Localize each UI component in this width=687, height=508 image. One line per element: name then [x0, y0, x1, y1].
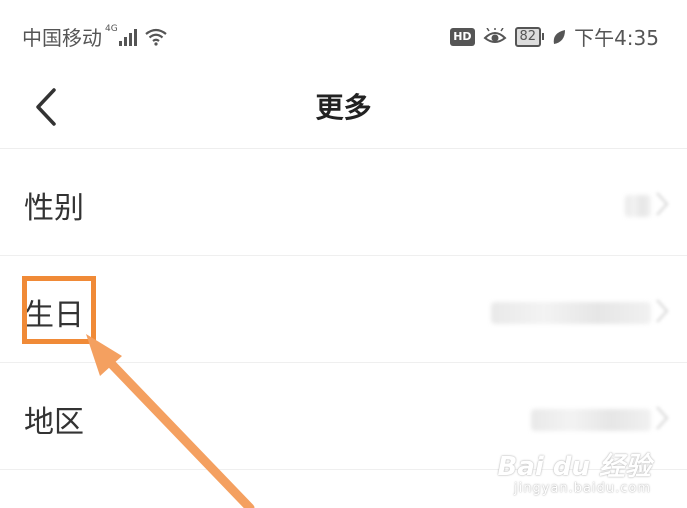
row-birthday[interactable]: 生日 — [0, 256, 687, 363]
region-value-blurred — [531, 409, 651, 431]
settings-list: 性别 生日 地区 — [0, 149, 687, 470]
battery-icon: 82 — [514, 26, 545, 47]
status-bar: 中国移动 4G HD 82 下午4:35 — [0, 0, 687, 68]
baidu-watermark: Bai du 经验 jingyan.baidu.com — [498, 453, 652, 496]
network-type: 4G — [105, 23, 118, 34]
birthday-value-blurred — [491, 302, 651, 324]
clock-time: 下午4:35 — [574, 26, 659, 50]
page-title: 更多 — [315, 91, 372, 124]
row-gender[interactable]: 性别 — [0, 149, 687, 256]
battery-level: 82 — [514, 26, 542, 47]
signal-icon — [118, 28, 137, 46]
row-label-region: 地区 — [24, 405, 84, 440]
hd-badge: HD — [450, 27, 475, 46]
eye-icon — [483, 27, 507, 43]
wifi-icon — [145, 28, 167, 46]
watermark-main: Bai du 经验 — [497, 452, 652, 482]
chevron-right-icon — [656, 192, 669, 216]
nav-bar: 更多 — [0, 68, 687, 149]
chevron-right-icon — [656, 406, 669, 430]
leaf-icon — [553, 29, 566, 44]
highlight-box — [22, 276, 96, 344]
gender-value-blurred — [625, 195, 651, 217]
status-right: HD 82 下午4:35 — [450, 22, 659, 51]
row-label-gender: 性别 — [24, 191, 84, 226]
chevron-right-icon — [656, 299, 669, 323]
carrier-name: 中国移动 — [22, 26, 102, 50]
status-left: 中国移动 4G — [22, 22, 167, 51]
watermark-sub: jingyan.baidu.com — [514, 481, 651, 496]
